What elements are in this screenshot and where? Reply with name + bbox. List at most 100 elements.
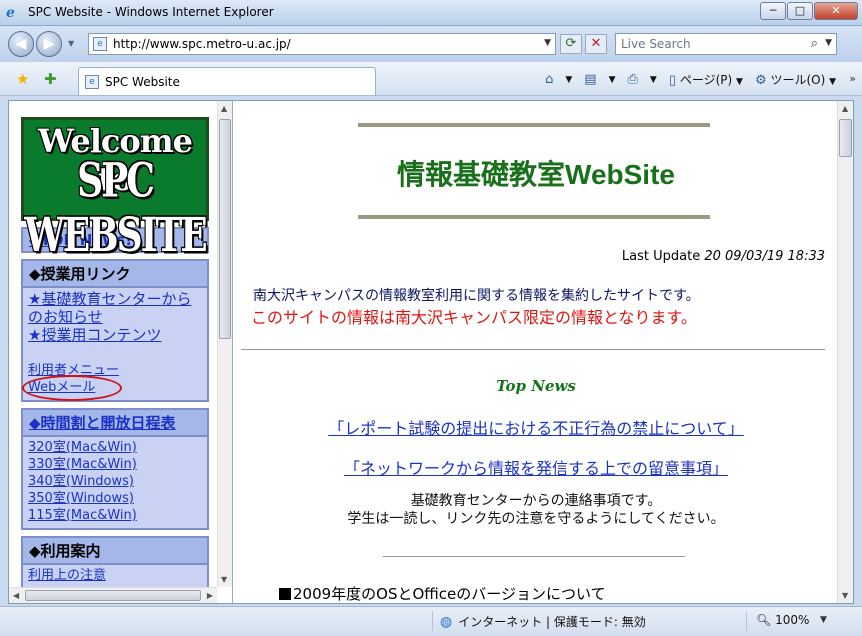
last-update: Last Update 20 09/03/19 18:33 (622, 249, 825, 264)
feeds-dropdown-icon[interactable]: ▼ (609, 75, 616, 85)
window-controls: ─ □ ✕ (760, 2, 858, 20)
news-link-network-notes[interactable]: 「ネットワークから情報を発信する上での留意事項」 (235, 455, 837, 479)
welcome-logo: Welcome to SPC WEBSITE (21, 117, 209, 263)
notice-line-2: 学生は一読し、リンク先の注意を守るようにしてください。 (347, 511, 725, 527)
section-heading: 2009年度のOSとOfficeのバージョンについて (279, 583, 606, 603)
address-input[interactable]: http://www.spc.metro-u.ac.jp/ (113, 37, 291, 51)
tools-dropdown-icon: ▼ (829, 77, 836, 87)
search-input[interactable]: Live Search (621, 37, 691, 51)
print-icon[interactable]: ⎙ (628, 72, 638, 87)
tools-menu[interactable]: ⚙ ツール(O) ▼ (755, 71, 836, 88)
title-top-rule (358, 123, 710, 127)
square-bullet-icon (279, 588, 291, 600)
red-circle-annotation (22, 375, 122, 401)
scroll-up-icon[interactable]: ▲ (221, 104, 227, 113)
address-toolbar: ◀ ▶ ▼ e http://www.spc.metro-u.ac.jp/ ▼ … (0, 26, 862, 62)
security-zone[interactable]: ◍ インターネット | 保護モード: 無効 (440, 613, 646, 630)
last-update-label: Last Update (621, 249, 701, 264)
section-heading-text: 2009年度のOSとOfficeのバージョンについて (293, 585, 606, 603)
page-title: 情報基礎教室WebSite (397, 159, 675, 190)
main-vertical-scrollbar[interactable]: ▲ ▼ (837, 101, 853, 603)
short-divider (383, 556, 685, 557)
menu-body-schedule: 320室(Mac&Win) 330室(Mac&Win) 340室(Windows… (23, 435, 207, 528)
status-divider (432, 611, 433, 631)
tab-toolbar: ★ ✚ e SPC Website ⌂ ▼ ▤ ▼ ⎙ ▼ ▯ ページ(P) ▼ ⚙ … (0, 62, 862, 96)
maximize-button[interactable]: □ (787, 2, 813, 20)
address-dropdown-icon[interactable]: ▼ (544, 38, 551, 48)
scroll-right-icon[interactable]: ▶ (207, 591, 213, 600)
top-news-heading: Top News (496, 377, 576, 395)
webmail-highlight: Webメール (22, 375, 122, 401)
sidebar-link-room-340[interactable]: 340室(Windows) (28, 473, 202, 490)
browser-viewport: Welcome to SPC WEBSITE ◆TOP News!! ◆授業用リ… (8, 100, 854, 604)
sidebar-link-room-330[interactable]: 330室(Mac&Win) (28, 456, 202, 473)
refresh-button[interactable]: ⟳ (560, 34, 582, 54)
favorites-star-icon[interactable]: ★ (16, 70, 29, 88)
feeds-icon[interactable]: ▤ (584, 72, 596, 87)
intro-text: 南大沢キャンパスの情報教室利用に関する情報を集約したサイトです。 (253, 288, 700, 304)
status-bar: ◍ インターネット | 保護モード: 無効 🔍︎ 100% ▼ (0, 606, 862, 636)
logo-line-2: SPC WEBSITE (24, 153, 207, 263)
window-title: SPC Website - Windows Internet Explorer (28, 5, 274, 19)
globe-icon: ◍ (440, 613, 453, 630)
menu-schedule: ◆時間割と開放日程表 320室(Mac&Win) 330室(Mac&Win) 3… (21, 408, 209, 530)
menu-heading-guide: ◆利用案内 (29, 542, 101, 560)
page-menu[interactable]: ▯ ページ(P) ▼ (669, 71, 743, 88)
close-button[interactable]: ✕ (814, 2, 858, 20)
scroll-left-icon[interactable]: ◀ (13, 591, 19, 600)
ie-logo-icon: e (6, 5, 15, 21)
address-bar[interactable]: e http://www.spc.metro-u.ac.jp/ ▼ (88, 33, 556, 55)
main-scroll-thumb[interactable] (839, 119, 852, 157)
zone-text: インターネット | 保護モード: 無効 (458, 615, 646, 629)
news-link-report-exam[interactable]: 「レポート試験の提出における不正行為の禁止について」 (235, 415, 837, 439)
back-button[interactable]: ◀ (8, 31, 34, 57)
left-vertical-scrollbar[interactable]: ▲ ▼ (217, 101, 232, 587)
chevron-more-icon[interactable]: » (849, 72, 856, 85)
search-box[interactable]: Live Search ⌕ ▼ (615, 33, 837, 55)
zoom-level[interactable]: 🔍︎ 100% (756, 613, 809, 627)
gear-icon: ⚙ (754, 73, 767, 88)
tab-label: SPC Website (105, 75, 180, 89)
left-hscroll-thumb[interactable] (25, 590, 201, 601)
tab-page-icon: e (85, 75, 99, 89)
schedule-heading-link[interactable]: ◆時間割と開放日程表 (29, 414, 176, 432)
page-menu-label: ページ(P) (679, 73, 733, 87)
page-dropdown-icon: ▼ (736, 77, 743, 87)
tools-menu-label: ツール(O) (770, 73, 826, 87)
scroll-down-icon[interactable]: ▼ (221, 575, 227, 584)
search-dropdown-icon[interactable]: ▼ (825, 38, 832, 48)
menu-guide: ◆利用案内 利用上の注意 (21, 536, 209, 590)
history-dropdown-icon[interactable]: ▼ (68, 39, 74, 48)
sidebar-link-room-350[interactable]: 350室(Windows) (28, 490, 202, 507)
menu-body-guide: 利用上の注意 (23, 563, 207, 588)
stop-button[interactable]: ✕ (585, 34, 607, 54)
left-scroll-thumb[interactable] (219, 119, 231, 339)
title-bar: e SPC Website - Windows Internet Explore… (0, 0, 862, 26)
scroll-down-icon[interactable]: ▼ (842, 591, 848, 600)
menu-heading-schedule: ◆時間割と開放日程表 (23, 410, 207, 435)
search-icon[interactable]: ⌕ (811, 36, 818, 51)
sidebar-link-class-contents[interactable]: ★授業用コンテンツ (28, 326, 202, 344)
scroll-up-icon[interactable]: ▲ (842, 104, 848, 113)
print-dropdown-icon[interactable]: ▼ (650, 75, 657, 85)
divider (241, 349, 825, 350)
home-icon[interactable]: ⌂ (545, 72, 553, 87)
left-horizontal-scrollbar[interactable]: ◀ ▶ (9, 587, 217, 603)
status-divider (746, 611, 747, 631)
main-frame: 情報基礎教室WebSite Last Update 20 09/03/19 18… (235, 101, 837, 603)
page-menu-icon: ▯ (668, 73, 676, 88)
zoom-dropdown-icon[interactable]: ▼ (820, 615, 827, 625)
minimize-button[interactable]: ─ (760, 2, 786, 20)
sidebar-link-usage-notes[interactable]: 利用上の注意 (28, 567, 202, 584)
last-update-value: 20 09/03/19 18:33 (704, 249, 825, 264)
sidebar-link-room-115[interactable]: 115室(Mac&Win) (28, 507, 202, 524)
forward-button[interactable]: ▶ (36, 31, 62, 57)
sidebar-link-room-320[interactable]: 320室(Mac&Win) (28, 439, 202, 456)
intro-alert: このサイトの情報は南大沢キャンパス限定の情報となります。 (251, 308, 697, 327)
menu-heading-class-links: ◆授業用リンク (29, 265, 131, 283)
command-bar: ⌂ ▼ ▤ ▼ ⎙ ▼ ▯ ページ(P) ▼ ⚙ ツール(O) ▼ (545, 71, 836, 88)
home-dropdown-icon[interactable]: ▼ (565, 75, 572, 85)
add-favorites-icon[interactable]: ✚ (44, 70, 57, 88)
sidebar-link-center-news[interactable]: ★基礎教育センターからのお知らせ (28, 290, 202, 326)
tab-spc-website[interactable]: e SPC Website (78, 67, 376, 95)
